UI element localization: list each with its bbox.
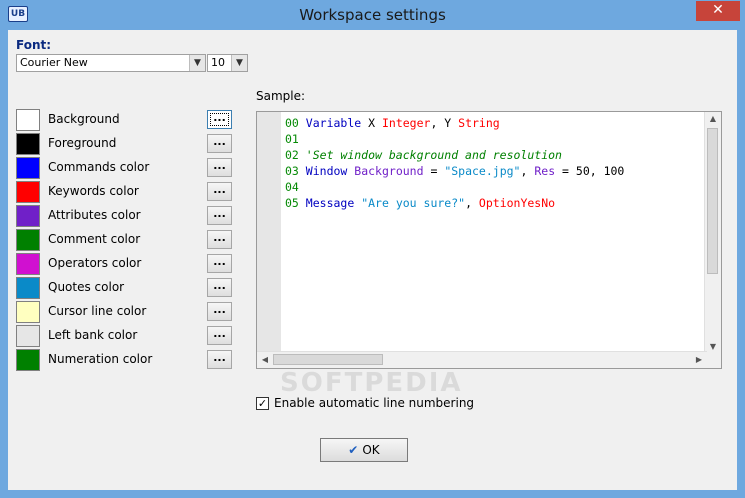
scroll-left-icon[interactable]: ◀ bbox=[258, 353, 272, 367]
checkmark-icon: ✔ bbox=[348, 443, 359, 457]
code-token: "Are you sure?" bbox=[361, 196, 466, 210]
font-label: Font: bbox=[16, 38, 52, 52]
color-label: Background bbox=[48, 112, 120, 126]
color-label: Left bank color bbox=[48, 328, 138, 342]
code-line: 00 Variable X Integer, Y String bbox=[285, 115, 500, 131]
choose-color-button[interactable]: ... bbox=[207, 326, 232, 345]
color-label: Foreground bbox=[48, 136, 117, 150]
code-token: Variable bbox=[305, 116, 362, 130]
auto-numbering-label[interactable]: Enable automatic line numbering bbox=[274, 396, 474, 410]
code-token: , bbox=[520, 164, 535, 178]
color-label: Quotes color bbox=[48, 280, 125, 294]
choose-color-button[interactable]: ... bbox=[207, 182, 232, 201]
code-token: , Y bbox=[430, 116, 459, 130]
scroll-up-icon[interactable]: ▲ bbox=[706, 112, 720, 126]
color-label: Comment color bbox=[48, 232, 141, 246]
choose-color-button[interactable]: ... bbox=[207, 230, 232, 249]
color-swatch bbox=[16, 349, 40, 371]
font-size-value: 10 bbox=[211, 56, 225, 69]
window-title: Workspace settings bbox=[299, 6, 446, 24]
color-swatch bbox=[16, 277, 40, 299]
line-number: 05 bbox=[285, 196, 299, 210]
scroll-right-icon[interactable]: ▶ bbox=[692, 353, 706, 367]
choose-color-button[interactable]: ... bbox=[207, 158, 232, 177]
choose-color-button[interactable]: ... bbox=[207, 110, 232, 129]
title-bar: UB Workspace settings ✕ bbox=[0, 0, 745, 30]
vertical-scrollbar[interactable]: ▲ ▼ bbox=[704, 112, 721, 354]
color-swatch bbox=[16, 181, 40, 203]
line-number: 04 bbox=[285, 180, 299, 194]
color-swatch bbox=[16, 157, 40, 179]
code-token: Message bbox=[305, 196, 355, 210]
code-sample-editor[interactable]: 00 Variable X Integer, Y String 01 02 'Se… bbox=[256, 111, 722, 369]
color-label: Attributes color bbox=[48, 208, 141, 222]
left-bank bbox=[257, 112, 281, 354]
code-line: 01 bbox=[285, 131, 306, 147]
chevron-down-icon[interactable]: ▼ bbox=[231, 55, 247, 71]
code-line: 03 Window Background = "Space.jpg", Res … bbox=[285, 163, 624, 179]
code-token: Window bbox=[305, 164, 348, 178]
color-label: Cursor line color bbox=[48, 304, 147, 318]
vertical-scroll-thumb[interactable] bbox=[707, 128, 718, 274]
horizontal-scrollbar[interactable]: ◀ ▶ bbox=[257, 351, 707, 368]
color-swatch bbox=[16, 253, 40, 275]
code-line: 02 'Set window background and resolution bbox=[285, 147, 562, 163]
choose-color-button[interactable]: ... bbox=[207, 206, 232, 225]
line-number: 00 bbox=[285, 116, 299, 130]
auto-numbering-checkbox[interactable]: ✓ bbox=[256, 397, 269, 410]
horizontal-scroll-thumb[interactable] bbox=[273, 354, 383, 365]
color-label: Keywords color bbox=[48, 184, 139, 198]
code-token: Background bbox=[354, 164, 424, 178]
watermark: SOFTPEDIA bbox=[280, 368, 463, 398]
line-number: 03 bbox=[285, 164, 299, 178]
code-line: 05 Message "Are you sure?", OptionYesNo bbox=[285, 195, 555, 211]
choose-color-button[interactable]: ... bbox=[207, 350, 232, 369]
dialog-body: Font: Courier New ▼ 10 ▼ Background... Fo… bbox=[8, 30, 737, 490]
font-size-select[interactable]: 10 ▼ bbox=[207, 54, 248, 72]
code-token: "Space.jpg" bbox=[444, 164, 521, 178]
color-label: Operators color bbox=[48, 256, 142, 270]
ok-button[interactable]: ✔ OK bbox=[320, 438, 408, 462]
scroll-corner bbox=[705, 352, 721, 368]
chevron-down-icon[interactable]: ▼ bbox=[189, 55, 205, 71]
code-token: = 50, 100 bbox=[555, 164, 625, 178]
color-label: Commands color bbox=[48, 160, 150, 174]
color-swatch bbox=[16, 301, 40, 323]
workspace-settings-window: UB Workspace settings ✕ Font: Courier Ne… bbox=[0, 0, 745, 498]
line-number: 02 bbox=[285, 148, 299, 162]
code-token: Res bbox=[534, 164, 556, 178]
code-token: , bbox=[465, 196, 479, 210]
color-swatch bbox=[16, 325, 40, 347]
line-number: 01 bbox=[285, 132, 299, 146]
choose-color-button[interactable]: ... bbox=[207, 254, 232, 273]
code-token: String bbox=[458, 116, 500, 130]
color-swatch bbox=[16, 133, 40, 155]
choose-color-button[interactable]: ... bbox=[207, 278, 232, 297]
code-line: 04 bbox=[285, 179, 306, 195]
ok-button-label: OK bbox=[362, 443, 380, 457]
color-swatch bbox=[16, 229, 40, 251]
code-token: OptionYesNo bbox=[478, 196, 556, 210]
code-token: 'Set window background and resolution bbox=[305, 148, 562, 162]
close-button[interactable]: ✕ bbox=[696, 1, 740, 21]
code-token: = bbox=[423, 164, 445, 178]
color-swatch bbox=[16, 109, 40, 131]
code-token: Integer bbox=[381, 116, 431, 130]
font-family-select[interactable]: Courier New ▼ bbox=[16, 54, 206, 72]
choose-color-button[interactable]: ... bbox=[207, 302, 232, 321]
font-family-value: Courier New bbox=[20, 56, 88, 69]
code-token: X bbox=[361, 116, 382, 130]
sample-label: Sample: bbox=[256, 89, 306, 103]
color-swatch bbox=[16, 205, 40, 227]
color-label: Numeration color bbox=[48, 352, 153, 366]
choose-color-button[interactable]: ... bbox=[207, 134, 232, 153]
